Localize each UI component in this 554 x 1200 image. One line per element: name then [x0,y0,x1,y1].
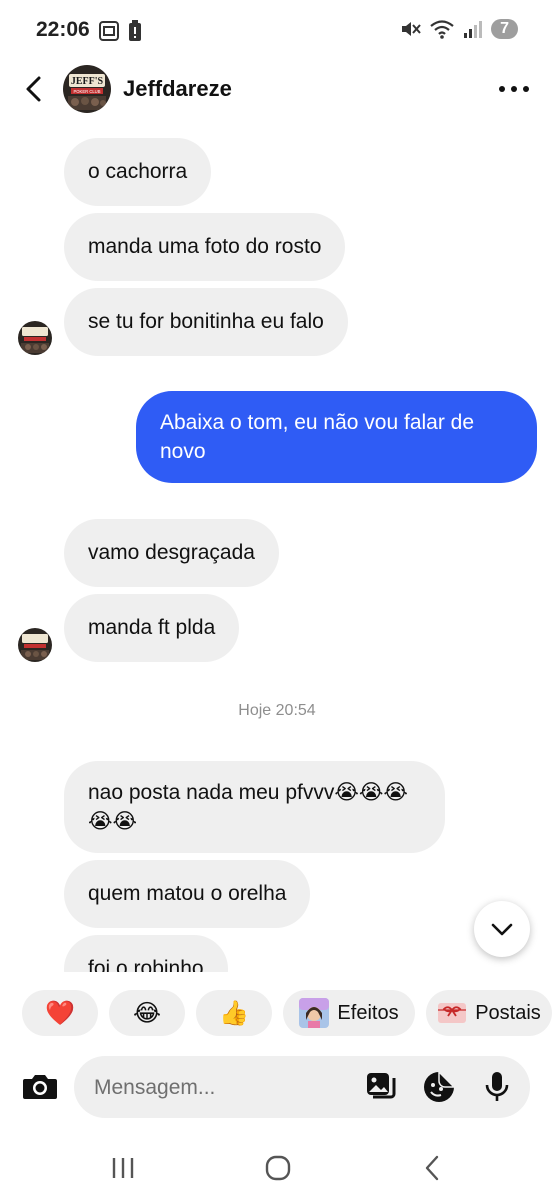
message-bubble-incoming[interactable]: vamo desgraçada [64,519,279,587]
mute-icon [402,22,421,36]
message-text: nao posta nada meu pfvvv😭😭😭😭😭 [88,781,408,833]
timestamp-divider: Hoje 20:54 [238,702,316,719]
laughing-face-icon: 😂 [132,999,162,1027]
message-bubble-incoming[interactable]: o cachorra [64,138,212,206]
message-bubble-incoming[interactable]: manda uma foto do rosto [64,213,346,281]
heart-icon: ❤️ [45,999,75,1027]
back-navigation-button[interactable] [413,1151,453,1185]
gift-card-icon [438,1003,467,1023]
wifi-icon [430,20,454,39]
more-horizontal-icon [499,86,529,92]
recent-apps-button[interactable] [103,1151,143,1185]
avatar-logo-subtext: POKER CLUB [74,89,101,94]
camera-icon [23,1075,57,1099]
message-bubble-incoming[interactable]: foi o robinho [64,935,228,972]
message-text: manda ft plda [88,616,216,639]
status-time: 22:06 [36,18,90,41]
message-text: foi o robinho [88,957,204,972]
microphone-icon [485,1072,509,1101]
message-text: Abaixa o tom, eu não vou falar de novo [160,411,475,463]
reaction-laughing[interactable]: 😂 [109,990,185,1036]
message-text: se tu for bonitinha eu falo [88,310,324,333]
thumbs-up-icon: 👍 [219,999,249,1027]
message-bubble-incoming[interactable]: quem matou o orelha [64,860,311,928]
message-composer [74,1056,530,1120]
message-text: o cachorra [88,160,188,183]
effects-label: Efeitos [337,1001,399,1024]
contact-name[interactable]: Jeffdareze [123,76,232,102]
chat-header: JEFF'S POKER CLUB Jeffdareze [0,62,554,120]
contact-avatar[interactable]: JEFF'S POKER CLUB [63,65,111,113]
gallery-icon [367,1073,396,1099]
chat-thread[interactable]: o cachorra manda uma foto do rosto se tu… [0,120,554,972]
scroll-to-bottom-button[interactable] [474,901,530,957]
avatar-logo-text: JEFF'S [71,76,104,87]
gallery-button[interactable] [364,1070,398,1104]
message-bubble-incoming[interactable]: se tu for bonitinha eu falo [64,288,348,356]
back-button[interactable] [18,72,52,106]
quick-reactions-bar: ❤️ 😂 👍 Efeitos Postais [0,990,554,1038]
message-bubble-outgoing[interactable]: Abaixa o tom, eu não vou falar de novo [136,391,537,483]
effects-button[interactable]: Efeitos [283,990,415,1036]
postcards-button[interactable]: Postais [426,990,552,1036]
home-icon [265,1155,291,1181]
chevron-down-icon [491,923,513,936]
message-bubble-incoming[interactable]: manda ft plda [64,594,240,662]
status-bar: 22:06 7 [0,0,554,62]
screenshot-icon [99,21,119,41]
sticker-button[interactable] [422,1070,456,1104]
reaction-thumbs-up[interactable]: 👍 [196,990,272,1036]
more-options-button[interactable] [494,74,534,104]
message-bubble-incoming[interactable]: nao posta nada meu pfvvv😭😭😭😭😭 [64,761,445,853]
message-text: quem matou o orelha [88,882,287,905]
message-input[interactable] [92,1056,356,1120]
notification-badge: 7 [491,19,518,39]
home-button[interactable] [258,1151,298,1185]
sticker-icon [424,1070,456,1102]
sender-avatar[interactable] [18,628,52,662]
system-navigation-bar [0,1135,554,1200]
sender-avatar[interactable] [18,321,52,355]
voice-message-button[interactable] [480,1070,514,1104]
recent-apps-icon [112,1158,134,1178]
message-text: manda uma foto do rosto [88,235,322,258]
message-text: vamo desgraçada [88,541,255,564]
postcards-label: Postais [475,1001,541,1024]
camera-button[interactable] [20,1067,60,1107]
battery-alert-icon [129,20,141,41]
signal-icon [464,21,483,38]
effects-icon [299,998,330,1028]
back-arrow-icon [425,1155,439,1181]
reaction-heart[interactable]: ❤️ [22,990,98,1036]
chevron-left-icon [26,76,41,102]
